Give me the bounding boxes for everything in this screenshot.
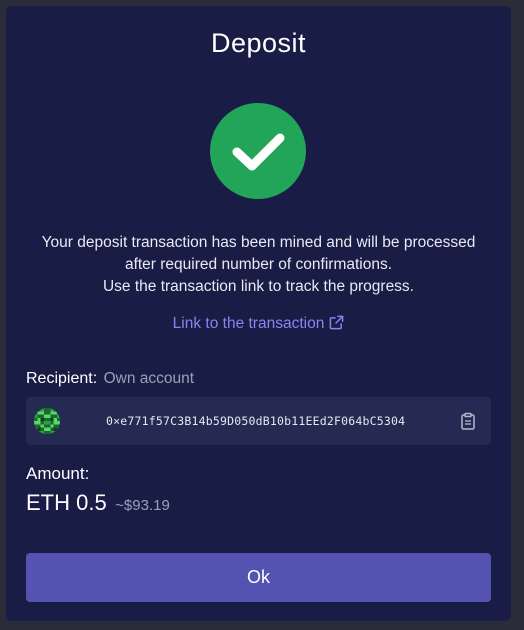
status-message: Your deposit transaction has been mined … <box>6 232 511 298</box>
message-line: Use the transaction link to track the pr… <box>102 278 414 295</box>
address-box: 0×e771f57C3B14b59D050dB10b11EEd2F064bC53… <box>26 397 491 445</box>
transaction-link[interactable]: Link to the transaction <box>6 315 511 335</box>
recipient-address: 0×e771f57C3B14b59D050dB10b11EEd2F064bC53… <box>106 414 406 428</box>
recipient-row: Recipient: Own account <box>26 370 194 388</box>
dialog-title: Deposit <box>210 28 307 58</box>
amount-label: Amount: <box>26 464 90 483</box>
identicon-avatar <box>34 408 60 434</box>
amount-value: ETH 0.5 <box>26 490 107 515</box>
recipient-label: Recipient: <box>26 370 98 387</box>
recipient-value: Own account <box>103 370 195 387</box>
external-link-icon <box>329 315 344 335</box>
ok-button[interactable]: Ok <box>26 553 491 602</box>
checkmark-icon <box>210 103 306 199</box>
message-line: after required number of confirmations. <box>124 256 393 273</box>
amount-fiat: ~$93.19 <box>115 497 170 514</box>
message-line: Your deposit transaction has been mined … <box>41 234 476 251</box>
amount-row: ETH 0.5 ~$93.19 <box>26 490 170 516</box>
deposit-dialog: Deposit Your deposit transaction has bee… <box>6 6 511 621</box>
transaction-link-label: Link to the transaction <box>172 315 325 332</box>
clipboard-icon[interactable] <box>458 411 478 431</box>
